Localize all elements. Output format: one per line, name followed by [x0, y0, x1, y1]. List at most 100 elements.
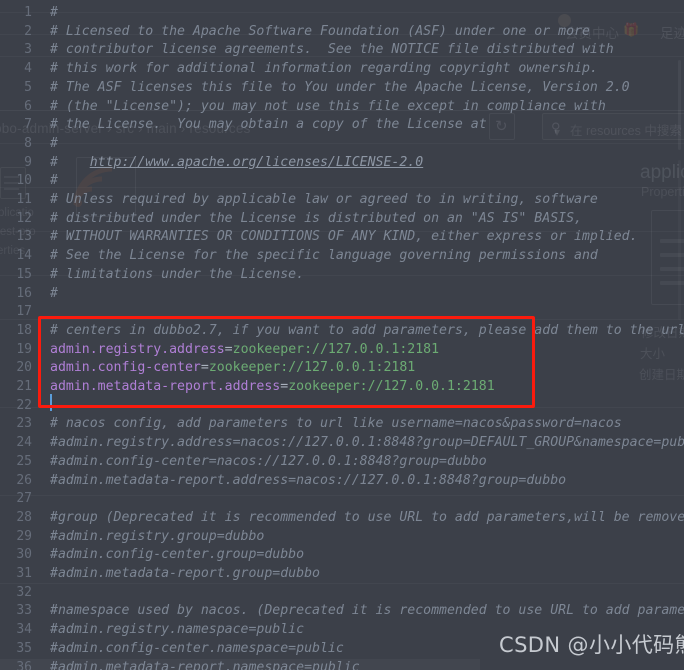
line-number: 18 — [16, 322, 32, 338]
token-comment: #admin.config-center.namespace=public — [50, 640, 344, 656]
line-number: 21 — [16, 379, 32, 394]
line-number: 20 — [16, 360, 32, 376]
token-comment: # centers in dubbo2.7, if you want to ad… — [50, 322, 684, 338]
token-comment: #admin.registry.namespace=public — [50, 622, 305, 638]
token-comment: # this work for additional information r… — [50, 61, 598, 77]
token-eq: = — [200, 360, 209, 376]
token-comment: # the License. You may obtain a copy of … — [50, 117, 487, 133]
token-comment: #admin.config-center=nacos://127.0.0.1:8… — [50, 453, 487, 469]
token-comment: # nacos config, add parameters to url li… — [50, 416, 622, 432]
token-comment: #group (Deprecated it is recommended to … — [50, 509, 684, 525]
line-number: 10 — [16, 173, 32, 189]
token-comment: # contributor license agreements. See th… — [50, 42, 614, 58]
line-number: 3 — [24, 42, 32, 58]
code-line[interactable]: # — [50, 172, 58, 191]
line-number: 5 — [24, 79, 32, 95]
code-line[interactable]: #namespace used by nacos. (Deprecated it… — [50, 602, 684, 621]
token-eq: = — [224, 341, 233, 357]
token-comment: # WITHOUT WARRANTIES OR CONDITIONS OF AN… — [50, 229, 638, 245]
token-comment: #admin.metadata-report.group=dubbo — [50, 566, 320, 581]
line-number: 24 — [16, 435, 32, 451]
code-line[interactable]: # The ASF licenses this file to You unde… — [50, 79, 630, 98]
token-comment: #namespace used by nacos. (Deprecated it… — [50, 603, 684, 619]
line-number: 31 — [16, 566, 32, 581]
csdn-watermark: CSDN @小小代码熊 — [499, 633, 684, 657]
code-line[interactable]: #admin.metadata-report.namespace=public — [50, 659, 360, 670]
token-key: admin.config-center — [50, 360, 201, 376]
line-number: 35 — [16, 640, 32, 656]
token-comment: #admin.registry.group=dubbo — [50, 528, 265, 544]
line-number: 29 — [16, 528, 32, 544]
line-number: 14 — [16, 248, 32, 264]
line-number: 36 — [16, 659, 32, 670]
code-line[interactable]: # limitations under the License. — [50, 266, 304, 285]
code-line[interactable]: # See the License for the specific langu… — [50, 247, 598, 266]
code-line[interactable]: # the License. You may obtain a copy of … — [50, 116, 487, 135]
token-comment: # (the "License"); you may not use this … — [50, 98, 606, 114]
token-eq: = — [280, 379, 289, 394]
token-comment: # — [50, 285, 58, 301]
code-content[interactable]: # # Licensed to the Apache Software Found… — [38, 0, 684, 670]
line-number: 26 — [16, 472, 32, 488]
token-comment: # — [50, 154, 90, 170]
code-line[interactable]: # nacos config, add parameters to url li… — [50, 415, 622, 434]
line-number: 2 — [24, 23, 32, 39]
token-comment: # distributed under the License is distr… — [50, 210, 582, 226]
line-number: 9 — [24, 154, 32, 170]
token-comment: #admin.metadata-report.namespace=public — [50, 659, 360, 670]
code-line[interactable]: # Licensed to the Apache Software Founda… — [50, 23, 590, 42]
code-line[interactable]: # distributed under the License is distr… — [50, 210, 582, 229]
code-line[interactable]: # http://www.apache.org/licenses/LICENSE… — [50, 154, 423, 173]
line-number: 33 — [16, 603, 32, 619]
code-line[interactable]: #admin.registry.namespace=public — [50, 621, 304, 640]
code-line[interactable]: #group (Deprecated it is recommended to … — [50, 509, 684, 528]
line-number: 25 — [16, 453, 32, 469]
line-number-gutter: 1 2 3 4 5 6 7 8 9 10 11 12 13 14 15 16 17 18 19 20 21 22 23 24 2… — [0, 0, 38, 670]
code-line[interactable]: # Unless required by applicable law or a… — [50, 191, 598, 210]
token-key: admin.metadata-report.address — [50, 379, 281, 394]
code-line[interactable]: #admin.registry.group=dubbo — [50, 528, 264, 547]
line-number: 19 — [16, 341, 32, 357]
token-comment: # Licensed to the Apache Software Founda… — [50, 23, 590, 39]
line-number: 22 — [16, 397, 32, 413]
token-comment: # limitations under the License. — [50, 266, 305, 282]
line-number: 15 — [16, 266, 32, 282]
code-line[interactable]: # contributor license agreements. See th… — [50, 41, 614, 60]
code-line[interactable]: admin.config-center=zookeeper://127.0.0.… — [50, 359, 415, 378]
token-val: zookeeper://127.0.0.1:2181 — [232, 341, 440, 357]
line-number: 30 — [16, 547, 32, 563]
code-line[interactable]: # (the "License"); you may not use this … — [50, 98, 606, 117]
code-line[interactable]: #admin.registry.address=nacos://127.0.0.… — [50, 434, 684, 453]
line-number: 32 — [16, 584, 32, 600]
line-number: 28 — [16, 509, 32, 525]
token-comment: #admin.metadata-report.address=nacos://1… — [50, 472, 567, 488]
code-editor[interactable]: 1 2 3 4 5 6 7 8 9 10 11 12 13 14 15 16 17 18 19 20 21 22 23 24 2… — [0, 0, 684, 670]
code-line[interactable]: #admin.config-center=nacos://127.0.0.1:8… — [50, 453, 487, 472]
line-number: 6 — [24, 98, 32, 114]
code-line[interactable]: # WITHOUT WARRANTIES OR CONDITIONS OF AN… — [50, 228, 638, 247]
code-line[interactable]: admin.metadata-report.address=zookeeper:… — [50, 378, 495, 397]
line-number: 17 — [16, 304, 32, 320]
token-val: zookeeper://127.0.0.1:2181 — [208, 360, 416, 376]
code-line[interactable]: #admin.metadata-report.address=nacos://1… — [50, 472, 566, 491]
code-line[interactable]: #admin.metadata-report.group=dubbo — [50, 565, 320, 584]
line-number: 4 — [24, 61, 32, 77]
code-line[interactable]: #admin.config-center.group=dubbo — [50, 546, 304, 565]
line-number: 16 — [16, 285, 32, 301]
code-line[interactable]: # — [50, 4, 58, 23]
ide-editor-screenshot: 会员中心 🎁 足迹 bbo-admin-server › src › main … — [0, 0, 684, 670]
code-line[interactable]: admin.registry.address=zookeeper://127.0… — [50, 341, 439, 360]
line-number: 12 — [16, 210, 32, 226]
line-number: 13 — [16, 229, 32, 245]
token-val: zookeeper://127.0.0.1:2181 — [288, 379, 495, 394]
text-caret — [50, 394, 52, 411]
code-line[interactable]: # this work for additional information r… — [50, 60, 598, 79]
line-number: 27 — [16, 491, 32, 507]
code-line[interactable]: # centers in dubbo2.7, if you want to ad… — [50, 322, 684, 341]
code-line[interactable]: # — [50, 285, 58, 304]
line-number: 1 — [24, 5, 32, 20]
code-line[interactable]: # — [50, 135, 58, 154]
token-comment: # The ASF licenses this file to You unde… — [50, 79, 630, 95]
code-line[interactable]: #admin.config-center.namespace=public — [50, 640, 344, 659]
line-number: 23 — [16, 416, 32, 432]
